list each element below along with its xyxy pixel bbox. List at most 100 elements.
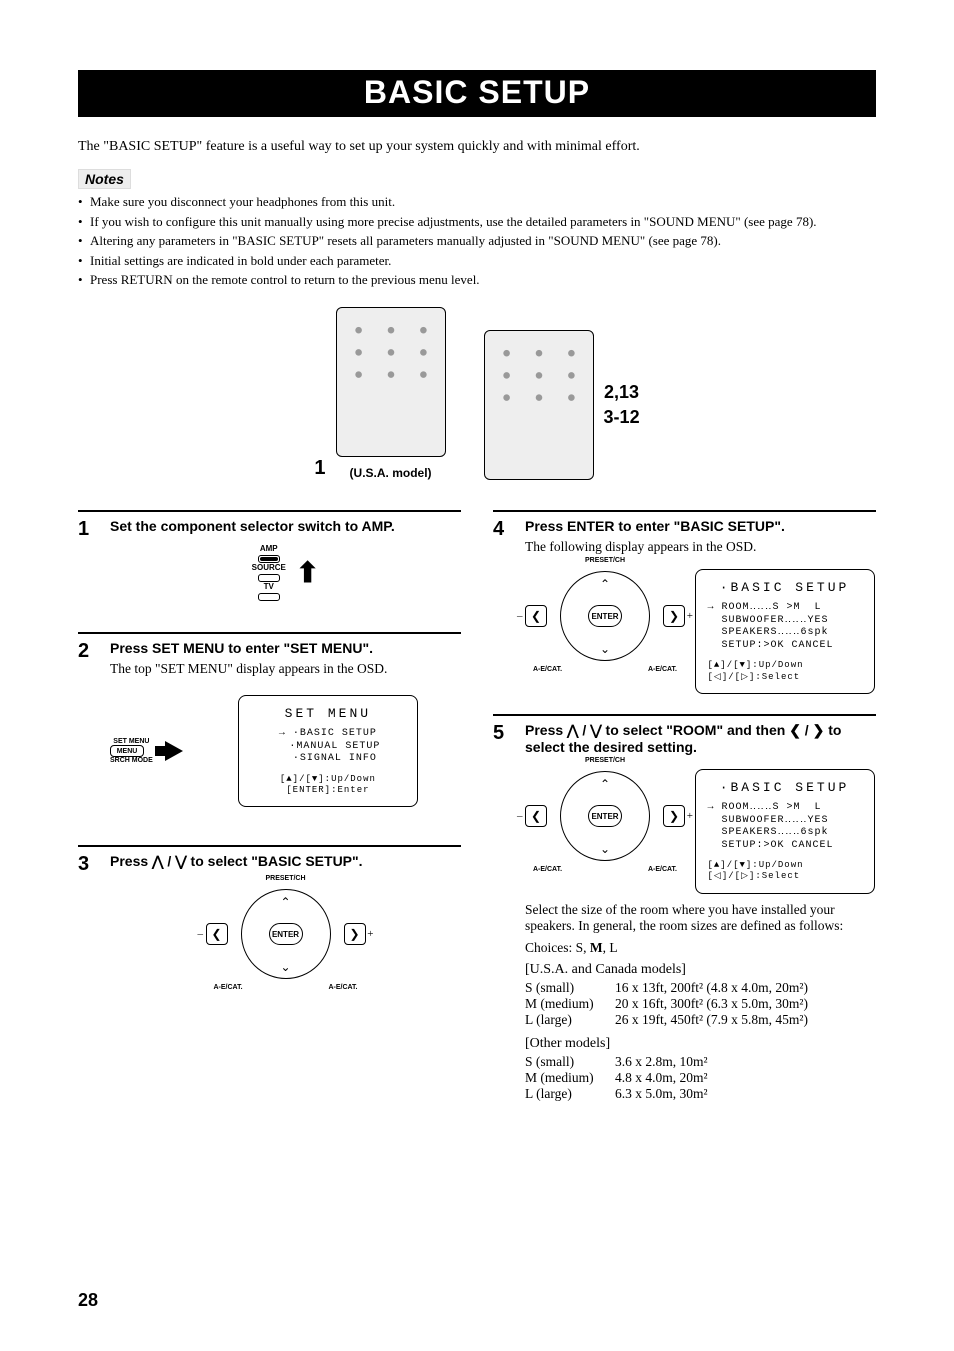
step-title: Press ⋀ / ⋁ to select "BASIC SETUP". bbox=[110, 853, 461, 871]
osd-line: → ROOM‥‥‥S >M L bbox=[708, 602, 862, 615]
choices-line: Choices: S, M, L bbox=[525, 940, 876, 956]
note-item: Initial settings are indicated in bold u… bbox=[78, 252, 876, 270]
step-number: 3 bbox=[78, 853, 98, 997]
remote-left-callout: 1 bbox=[314, 457, 325, 480]
right-column: 4 Press ENTER to enter "BASIC SETUP". Th… bbox=[493, 498, 876, 1110]
chevron-up-icon: ⌃ bbox=[280, 895, 290, 910]
minus-label: – bbox=[198, 928, 204, 940]
navpad-figure: PRESET/CH ENTER ❮ ❯ – + ⌃ ⌄ A-E/CAT. A-E… bbox=[525, 561, 685, 671]
step-number: 5 bbox=[493, 722, 513, 1110]
navpad-top-label: PRESET/CH bbox=[585, 757, 625, 764]
osd-title: ·BASIC SETUP bbox=[708, 780, 862, 796]
osd-hint: [◁]/[▷]:Select bbox=[708, 871, 862, 882]
page-title-bar: BASIC SETUP bbox=[78, 70, 876, 117]
left-column: 1 Set the component selector switch to A… bbox=[78, 498, 461, 1110]
dim-label: L (large) bbox=[525, 1012, 615, 1028]
nav-right-icon: ❯ bbox=[663, 605, 685, 627]
osd-line: ·MANUAL SETUP bbox=[251, 741, 405, 754]
osd-hint: [▲]/[▼]:Up/Down bbox=[708, 860, 862, 871]
dims-us-table: S (small)16 x 13ft, 200ft² (4.8 x 4.0m, … bbox=[525, 980, 876, 1028]
switch-tv-icon bbox=[258, 593, 280, 601]
dim-label: M (medium) bbox=[525, 1070, 615, 1086]
osd-line: SUBWOOFER‥‥‥YES bbox=[708, 815, 862, 828]
step-title: Press ⋀ / ⋁ to select "ROOM" and then ❮ … bbox=[525, 722, 876, 757]
chevron-down-icon: ⌄ bbox=[600, 642, 610, 657]
switch-source-icon bbox=[258, 574, 280, 582]
dim-label: S (small) bbox=[525, 1054, 615, 1070]
step-4: 4 Press ENTER to enter "BASIC SETUP". Th… bbox=[493, 518, 876, 702]
amp-switch-figure: AMP SOURCE TV ⬆ bbox=[110, 545, 461, 601]
osd-line: → ROOM‥‥‥S >M L bbox=[708, 802, 862, 815]
osd-line: SPEAKERS‥‥‥6spk bbox=[708, 827, 862, 840]
osd-line: SETUP:>OK CANCEL bbox=[708, 640, 862, 653]
dim-label: S (small) bbox=[525, 980, 615, 996]
note-item: If you wish to configure this unit manua… bbox=[78, 213, 876, 231]
navpad-bottom-label: A-E/CAT. bbox=[648, 666, 677, 673]
setmenu-bottom-label: SRCH MODE bbox=[110, 757, 153, 764]
remote-caption: (U.S.A. model) bbox=[336, 466, 446, 480]
dims-other-table: S (small)3.6 x 2.8m, 10m² M (medium)4.8 … bbox=[525, 1054, 876, 1102]
osd-line: → ·BASIC SETUP bbox=[251, 728, 405, 741]
note-item: Make sure you disconnect your headphones… bbox=[78, 193, 876, 211]
remote-figure: 1 (U.S.A. model) 2,13 3-12 bbox=[78, 307, 876, 480]
dim-value: 3.6 x 2.8m, 10m² bbox=[615, 1054, 876, 1070]
minus-label: – bbox=[517, 610, 523, 622]
source-label: SOURCE bbox=[252, 564, 286, 573]
chevron-up-icon: ⌃ bbox=[600, 777, 610, 792]
menu-button-icon: MENU bbox=[110, 745, 144, 757]
remote-usa-icon bbox=[336, 307, 446, 457]
dim-label: M (medium) bbox=[525, 996, 615, 1012]
step-title: Press ENTER to enter "BASIC SETUP". bbox=[525, 518, 876, 536]
dims-us-heading: [U.S.A. and Canada models] bbox=[525, 962, 876, 978]
step-subtitle: Select the size of the room where you ha… bbox=[525, 902, 876, 934]
remote-right-callout: 2,13 bbox=[604, 382, 640, 403]
osd-line: SPEAKERS‥‥‥6spk bbox=[708, 627, 862, 640]
navpad-bottom-label: A-E/CAT. bbox=[328, 984, 357, 991]
setmenu-figure: SET MENU MENU SRCH MODE SET MENU → ·BASI… bbox=[110, 687, 461, 815]
osd-basic-setup: ·BASIC SETUP → ROOM‥‥‥S >M L SUBWOOFER‥‥… bbox=[695, 569, 875, 694]
osd-title: ·BASIC SETUP bbox=[708, 580, 862, 596]
tv-label: TV bbox=[252, 583, 286, 592]
page-number: 28 bbox=[78, 1290, 876, 1311]
dim-value: 20 x 16ft, 300ft² (6.3 x 5.0m, 30m²) bbox=[615, 996, 876, 1012]
nav-right-icon: ❯ bbox=[663, 805, 685, 827]
plus-label: + bbox=[367, 928, 373, 940]
enter-button-icon: ENTER bbox=[588, 805, 622, 827]
note-item: Altering any parameters in "BASIC SETUP"… bbox=[78, 232, 876, 250]
step-2: 2 Press SET MENU to enter "SET MENU". Th… bbox=[78, 640, 461, 834]
nav-left-icon: ❮ bbox=[525, 805, 547, 827]
step-number: 2 bbox=[78, 640, 98, 834]
dim-value: 16 x 13ft, 200ft² (4.8 x 4.0m, 20m²) bbox=[615, 980, 876, 996]
navpad-bottom-label: A-E/CAT. bbox=[533, 866, 562, 873]
navpad-bottom-label: A-E/CAT. bbox=[214, 984, 243, 991]
dim-value: 26 x 19ft, 450ft² (7.9 x 5.8m, 45m²) bbox=[615, 1012, 876, 1028]
nav-right-icon: ❯ bbox=[344, 923, 366, 945]
osd-setmenu: SET MENU → ·BASIC SETUP ·MANUAL SETUP ·S… bbox=[238, 695, 418, 807]
step-subtitle: The top "SET MENU" display appears in th… bbox=[110, 661, 461, 677]
setmenu-top-label: SET MENU bbox=[110, 738, 153, 745]
navpad-top-label: PRESET/CH bbox=[585, 557, 625, 564]
osd-hint: [ENTER]:Enter bbox=[251, 785, 405, 796]
step-number: 4 bbox=[493, 518, 513, 702]
dim-label: L (large) bbox=[525, 1086, 615, 1102]
osd-hint: [▲]/[▼]:Up/Down bbox=[708, 660, 862, 671]
amp-label: AMP bbox=[252, 545, 286, 554]
notes-heading: Notes bbox=[78, 169, 131, 189]
chevron-down-icon: ⌄ bbox=[600, 842, 610, 857]
osd-hint: [◁]/[▷]:Select bbox=[708, 672, 862, 683]
enter-button-icon: ENTER bbox=[269, 923, 303, 945]
chevron-down-icon: ⌄ bbox=[280, 960, 290, 975]
navpad-bottom-label: A-E/CAT. bbox=[533, 666, 562, 673]
notes-list: Make sure you disconnect your headphones… bbox=[78, 193, 876, 289]
nav-left-icon: ❮ bbox=[525, 605, 547, 627]
nav-left-icon: ❮ bbox=[206, 923, 228, 945]
osd-line: SETUP:>OK CANCEL bbox=[708, 840, 862, 853]
chevron-up-icon: ⌃ bbox=[600, 577, 610, 592]
intro-text: The "BASIC SETUP" feature is a useful wa… bbox=[78, 139, 876, 155]
navpad-figure: PRESET/CH ENTER ❮ ❯ – + ⌃ ⌄ A-E/CAT. A-E… bbox=[525, 761, 685, 871]
step-subtitle: The following display appears in the OSD… bbox=[525, 539, 876, 555]
step-5: 5 Press ⋀ / ⋁ to select "ROOM" and then … bbox=[493, 722, 876, 1110]
navpad-bottom-label: A-E/CAT. bbox=[648, 866, 677, 873]
navpad-figure: PRESET/CH ENTER ❮ ❯ – + ⌃ ⌄ A-E/CAT. A-E… bbox=[206, 879, 366, 989]
arrow-right-icon bbox=[165, 741, 183, 761]
